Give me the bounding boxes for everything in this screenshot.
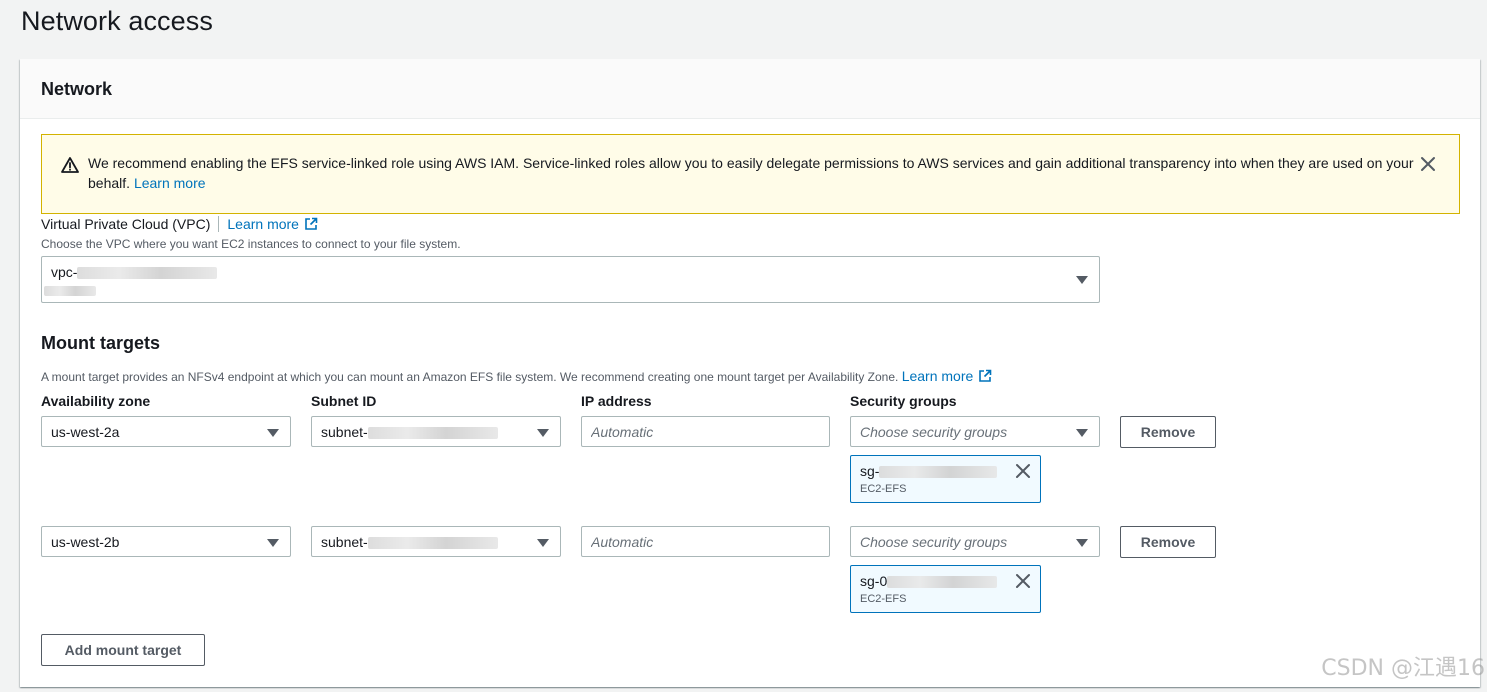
vpc-learn-more-text: Learn more <box>227 216 299 232</box>
mount-targets-title: Mount targets <box>41 333 160 353</box>
alert-text: We recommend enabling the EFS service-li… <box>88 155 1414 191</box>
subnet-select[interactable]: subnet- <box>311 416 561 447</box>
external-link-icon <box>979 369 992 382</box>
security-group-name: EC2-EFS <box>860 593 907 605</box>
vpc-label-row: Virtual Private Cloud (VPC) Learn more <box>41 216 318 232</box>
remove-button[interactable]: Remove <box>1120 416 1216 448</box>
security-group-token: sg-0 EC2-EFS <box>850 565 1041 613</box>
security-groups-placeholder: Choose security groups <box>860 424 1008 440</box>
close-icon[interactable] <box>1015 463 1031 479</box>
mount-targets-description: A mount target provides an NFSv4 endpoin… <box>41 368 992 384</box>
subnet-select[interactable]: subnet- <box>311 526 561 557</box>
remove-button[interactable]: Remove <box>1120 526 1216 558</box>
vpc-select[interactable]: vpc- <box>41 256 1100 303</box>
subnet-value: subnet- <box>321 424 498 440</box>
security-group-id: sg-0 <box>860 573 998 589</box>
watermark: CSDN @江遇16 <box>1321 656 1485 681</box>
redacted-block <box>887 576 998 589</box>
security-group-token: sg- EC2-EFS <box>850 455 1041 503</box>
chevron-down-icon <box>1076 429 1088 437</box>
security-group-name: EC2-EFS <box>860 483 907 495</box>
security-group-id-text: sg-0 <box>860 573 888 589</box>
chevron-down-icon <box>267 429 279 437</box>
add-mount-target-button[interactable]: Add mount target <box>41 634 205 666</box>
mount-targets-learn-more-link[interactable]: Learn more <box>902 368 993 384</box>
vpc-value: vpc- <box>51 264 218 280</box>
mount-targets-description-text: A mount target provides an NFSv4 endpoin… <box>41 370 899 384</box>
security-group-id-text: sg- <box>860 463 880 479</box>
column-header-subnet-id: Subnet ID <box>311 393 377 409</box>
subnet-value-text: subnet- <box>321 534 368 550</box>
column-header-ip-address: IP address <box>581 393 652 409</box>
chevron-down-icon <box>537 429 549 437</box>
external-link-icon <box>305 217 318 230</box>
chevron-down-icon <box>537 539 549 547</box>
redacted-block <box>879 466 998 479</box>
redacted-block <box>367 427 498 440</box>
availability-zone-select[interactable]: us-west-2b <box>41 526 291 557</box>
ip-address-input[interactable] <box>581 416 830 447</box>
alert-message: We recommend enabling the EFS service-li… <box>88 153 1418 193</box>
chevron-down-icon <box>1076 276 1088 284</box>
warning-alert: We recommend enabling the EFS service-li… <box>41 134 1460 214</box>
page-title: Network access <box>21 6 213 36</box>
vpc-label: Virtual Private Cloud (VPC) <box>41 216 211 232</box>
security-groups-select[interactable]: Choose security groups <box>850 416 1100 447</box>
security-groups-select[interactable]: Choose security groups <box>850 526 1100 557</box>
card-header: Network <box>20 59 1480 119</box>
network-card: Network We recommend enabling the EFS se… <box>20 59 1480 687</box>
vpc-learn-more-link[interactable]: Learn more <box>227 216 318 232</box>
warning-icon <box>61 157 79 173</box>
card-title: Network <box>41 79 113 99</box>
availability-zone-select[interactable]: us-west-2a <box>41 416 291 447</box>
security-group-id: sg- <box>860 463 998 479</box>
redacted-block <box>44 286 96 296</box>
subnet-value-text: subnet- <box>321 424 368 440</box>
mount-targets-learn-more-text: Learn more <box>901 368 974 384</box>
column-header-security-groups: Security groups <box>850 393 957 409</box>
label-divider <box>218 216 220 232</box>
close-icon[interactable] <box>1419 155 1437 173</box>
vpc-value-text: vpc- <box>51 264 78 280</box>
redacted-block <box>367 537 498 550</box>
column-header-availability-zone: Availability zone <box>41 393 151 409</box>
security-groups-placeholder: Choose security groups <box>860 534 1008 550</box>
close-icon[interactable] <box>1015 573 1031 589</box>
availability-zone-value: us-west-2b <box>51 534 120 550</box>
ip-address-input[interactable] <box>581 526 830 557</box>
subnet-value: subnet- <box>321 534 498 550</box>
vpc-description: Choose the VPC where you want EC2 instan… <box>41 237 461 251</box>
chevron-down-icon <box>1076 539 1088 547</box>
alert-learn-more-link[interactable]: Learn more <box>134 175 206 191</box>
chevron-down-icon <box>267 539 279 547</box>
redacted-block <box>77 267 218 280</box>
availability-zone-value: us-west-2a <box>51 424 120 440</box>
